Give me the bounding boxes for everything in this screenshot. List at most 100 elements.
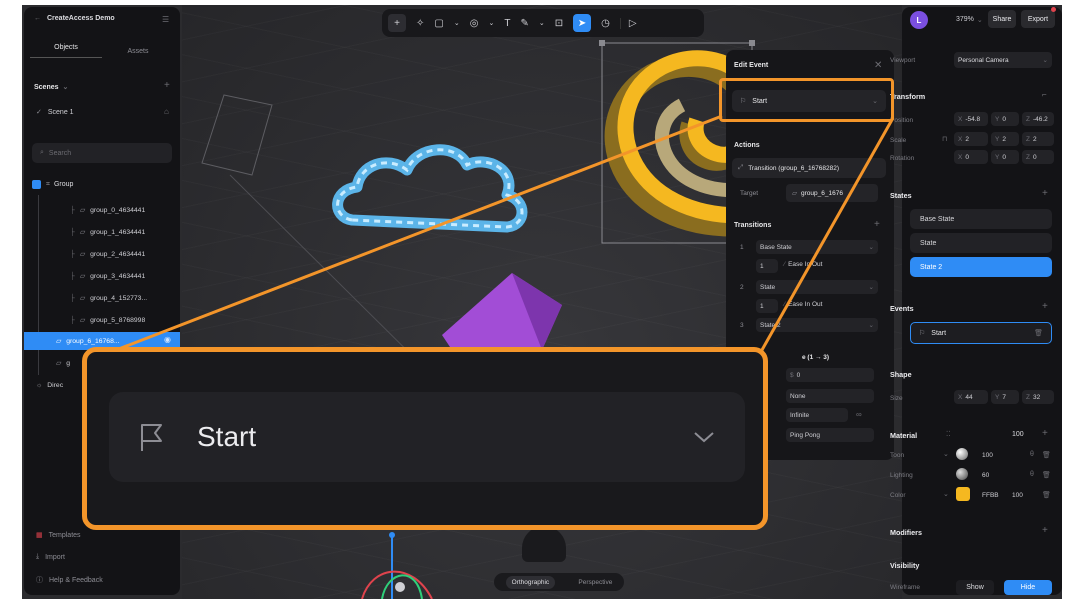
- sphere-icon[interactable]: ◎: [470, 18, 479, 29]
- select-icon[interactable]: ➤: [573, 14, 592, 32]
- chevron-down-icon[interactable]: ⌄: [943, 450, 949, 458]
- add-transition-icon[interactable]: +: [874, 219, 880, 230]
- visibility-icon[interactable]: ◉: [164, 335, 171, 344]
- transition-state-select[interactable]: State 2 ⌄: [756, 318, 878, 332]
- templates-link[interactable]: ▦ Templates: [36, 531, 81, 540]
- frame-icon[interactable]: ⊡: [555, 18, 563, 29]
- position-z[interactable]: Z -46.2: [1022, 112, 1054, 126]
- scale-y[interactable]: Y2: [991, 132, 1019, 146]
- size-z[interactable]: Z 32: [1022, 390, 1054, 404]
- state-item-state[interactable]: State: [910, 233, 1052, 253]
- orientation-gizmo[interactable]: [522, 526, 566, 562]
- add-icon[interactable]: +: [388, 14, 406, 32]
- transition-ease[interactable]: ⁄ Ease In Out: [784, 261, 822, 268]
- lock-icon[interactable]: ⊓: [942, 135, 947, 143]
- transition-duration[interactable]: 1: [756, 259, 778, 273]
- position-x[interactable]: X -54.8: [954, 112, 988, 126]
- home-icon[interactable]: ⌂: [164, 107, 169, 116]
- color-opacity[interactable]: 100: [1012, 492, 1023, 499]
- help-link[interactable]: ⓘ Help & Feedback: [36, 575, 103, 585]
- show-button[interactable]: Show: [956, 580, 994, 595]
- list-item[interactable]: ├ ▱ group_2_4634441: [70, 244, 145, 264]
- list-item[interactable]: ├ ▱ group_3_4634441: [70, 266, 145, 286]
- loop-select-2[interactable]: Infinite: [786, 408, 848, 422]
- viewport-select[interactable]: Personal Camera ⌄: [954, 52, 1052, 68]
- scale-x[interactable]: X2: [954, 132, 988, 146]
- perspective-button[interactable]: Perspective: [578, 579, 612, 586]
- chevron-down-icon[interactable]: ⌄: [488, 19, 494, 27]
- square-icon[interactable]: ▢: [434, 18, 443, 29]
- material-value[interactable]: 100: [1012, 431, 1024, 438]
- zoom-control[interactable]: 379% ⌄: [956, 16, 983, 24]
- state-item-state-2[interactable]: State 2: [910, 257, 1052, 277]
- transition-state-select[interactable]: State ⌄: [756, 280, 878, 294]
- zoom-trigger-select[interactable]: Start: [109, 392, 745, 482]
- size-y[interactable]: Y7: [991, 390, 1019, 404]
- import-link[interactable]: ⤓ Import: [36, 553, 65, 561]
- position-y[interactable]: Y0: [991, 112, 1019, 126]
- timer-icon[interactable]: ◷: [601, 18, 610, 29]
- eye-icon[interactable]: θ: [1030, 471, 1034, 478]
- checkbox-icon[interactable]: [32, 180, 41, 189]
- hide-button[interactable]: Hide: [1004, 580, 1052, 595]
- pen-icon[interactable]: ✎: [520, 18, 528, 29]
- transition-state-select[interactable]: Base State ⌄: [756, 240, 878, 254]
- group-row[interactable]: ⌗ Group: [32, 180, 73, 189]
- loop-select-3[interactable]: Ping Pong: [786, 428, 874, 442]
- scenes-header[interactable]: Scenes ⌄: [34, 83, 68, 92]
- loop-select-1[interactable]: None: [786, 389, 874, 403]
- scale-z[interactable]: Z2: [1022, 132, 1054, 146]
- back-arrow-icon[interactable]: ←: [34, 15, 41, 22]
- avatar[interactable]: L: [910, 11, 928, 29]
- orthographic-button[interactable]: Orthographic: [505, 575, 556, 589]
- trash-icon[interactable]: 🗑: [1042, 491, 1051, 499]
- eye-icon[interactable]: θ: [1030, 451, 1034, 458]
- action-item[interactable]: ⤢ Transition (group_6_16768282): [732, 158, 886, 178]
- add-modifier-icon[interactable]: +: [1042, 525, 1048, 536]
- transform-options-icon[interactable]: ⌐: [1042, 90, 1047, 99]
- magic-icon[interactable]: ✧: [416, 18, 424, 29]
- sidebar-toggle-icon[interactable]: ☰: [162, 15, 169, 24]
- transition-duration[interactable]: 1: [756, 299, 778, 313]
- actions-label: Actions: [734, 142, 760, 149]
- play-icon[interactable]: ▷: [619, 17, 637, 29]
- share-button[interactable]: Share: [988, 10, 1016, 28]
- close-icon[interactable]: ✕: [874, 60, 882, 71]
- search-input[interactable]: ⌕ Search: [32, 143, 172, 163]
- chevron-down-icon[interactable]: ⌄: [454, 19, 460, 27]
- list-item[interactable]: ▱ g: [56, 353, 70, 373]
- size-x[interactable]: X 44: [954, 390, 988, 404]
- add-material-icon[interactable]: +: [1042, 428, 1048, 439]
- color-swatch[interactable]: [956, 487, 970, 501]
- trash-icon[interactable]: 🗑: [1042, 451, 1051, 459]
- add-scene-icon[interactable]: +: [164, 80, 170, 91]
- chevron-down-icon[interactable]: ⌄: [943, 490, 949, 498]
- material-options-icon[interactable]: ⁚⁚: [946, 430, 950, 438]
- scene-item[interactable]: ✓ Scene 1: [36, 108, 74, 117]
- event-item[interactable]: ⚐ Start 🗑: [910, 322, 1052, 344]
- rotation-y[interactable]: Y0: [991, 150, 1019, 164]
- export-button[interactable]: Export: [1021, 10, 1055, 28]
- state-item-base[interactable]: Base State: [910, 209, 1052, 229]
- add-state-icon[interactable]: +: [1042, 188, 1048, 199]
- tab-assets[interactable]: Assets: [102, 48, 174, 55]
- list-item[interactable]: ├ ▱ group_4_152773...: [70, 288, 147, 308]
- list-item[interactable]: ├ ▱ group_5_8768998: [70, 310, 145, 330]
- rotation-z[interactable]: Z0: [1022, 150, 1054, 164]
- lighting-value[interactable]: 60: [982, 472, 989, 479]
- chevron-down-icon[interactable]: ⌄: [539, 19, 545, 27]
- tab-objects[interactable]: Objects: [30, 44, 102, 58]
- transition-ease[interactable]: ⁄ Ease In Out: [784, 301, 822, 308]
- list-item[interactable]: ├ ▱ group_1_4634441: [70, 222, 145, 242]
- toon-value[interactable]: 100: [982, 452, 993, 459]
- text-icon[interactable]: T: [504, 18, 510, 29]
- target-select[interactable]: ▱ group_6_1676: [786, 184, 878, 202]
- list-item[interactable]: ☼ Direc: [36, 375, 63, 395]
- trash-icon[interactable]: 🗑: [1034, 329, 1043, 337]
- add-event-icon[interactable]: +: [1042, 301, 1048, 312]
- color-hex[interactable]: FFBB: [982, 492, 999, 499]
- rotation-x[interactable]: X0: [954, 150, 988, 164]
- list-item[interactable]: ├ ▱ group_0_4634441: [70, 200, 145, 220]
- delay-field[interactable]: $0: [786, 368, 874, 382]
- trash-icon[interactable]: 🗑: [1042, 471, 1051, 479]
